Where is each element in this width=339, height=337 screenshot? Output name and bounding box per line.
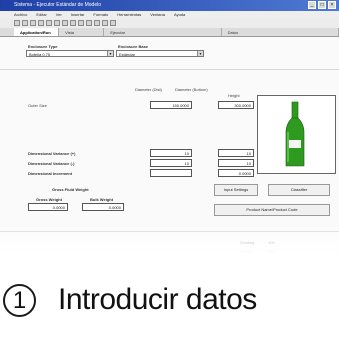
increment-field-a[interactable] [150, 169, 192, 177]
chevron-down-icon: ▾ [197, 51, 203, 56]
open-icon[interactable] [22, 20, 28, 26]
input-settings-button[interactable]: Input Settings [214, 184, 258, 196]
redo-icon[interactable] [78, 20, 84, 26]
print-icon[interactable] [38, 20, 44, 26]
bulk-weight-field[interactable]: 0.0000 [82, 203, 124, 211]
tab-application[interactable]: Application/Run [14, 28, 60, 36]
enclosure-base-select[interactable]: Estándar ▾ [116, 50, 204, 57]
window-controls: _ □ × [308, 1, 336, 9]
step-caption: Introducir datos [58, 283, 257, 316]
window-title: Sistema - Ejecutor Estándar de Modelo [14, 2, 101, 8]
settings-icon[interactable] [102, 20, 108, 26]
paste-icon[interactable] [62, 20, 68, 26]
minimize-button[interactable]: _ [308, 1, 316, 9]
bottle-preview [257, 95, 336, 174]
tab-strip: Application/Run Vista Ejecutar Datos [0, 28, 339, 37]
chevron-down-icon: ▾ [107, 51, 113, 56]
enclosure-base-label: Enclosure Base [118, 44, 149, 49]
step-number-badge: 1 [3, 284, 36, 317]
classifier-button[interactable]: Classifier [268, 184, 330, 196]
divider [0, 69, 339, 70]
tab-run[interactable]: Ejecutar [104, 28, 222, 36]
toolbar [0, 18, 339, 28]
maximize-button[interactable]: □ [318, 1, 326, 9]
undo-icon[interactable] [70, 20, 76, 26]
app-window: Sistema - Ejecutor Estándar de Modelo _ … [0, 0, 339, 256]
new-icon[interactable] [14, 20, 20, 26]
help-icon[interactable] [86, 20, 92, 26]
enclosure-type-label: Enclosure Type [28, 44, 58, 49]
tab-data[interactable]: Datos [222, 28, 339, 36]
increment-field[interactable]: 0.0000 [218, 169, 254, 177]
variance-plus-label: Dimensional Variance (+) [28, 151, 76, 156]
increment-label: Dimensional Increment [28, 171, 73, 176]
close-button[interactable]: × [328, 1, 336, 9]
menu-bar: Archivo Editar Ver Insertar Formato Herr… [0, 11, 339, 18]
weight-title: Gross Fluid Weight [52, 187, 89, 192]
enclosure-type-select[interactable]: Botella 0,75 ▾ [26, 50, 114, 57]
diameter-bottom-header: Diameter (Bottom) [175, 87, 208, 92]
zoom-icon[interactable] [94, 20, 100, 26]
variance-minus-label: Dimensional Variance (-) [28, 161, 75, 166]
product-button[interactable]: Product Name/Product Code [214, 204, 330, 216]
copy-icon[interactable] [54, 20, 60, 26]
height-field[interactable]: 300.0000 [218, 101, 254, 109]
diameter-field[interactable]: 150.0000 [150, 101, 192, 109]
tab-view[interactable]: Vista [59, 28, 105, 36]
bottle-icon [285, 101, 305, 167]
variance-minus-field[interactable]: 10 [150, 159, 192, 167]
save-icon[interactable] [30, 20, 36, 26]
cut-icon[interactable] [46, 20, 52, 26]
enclosure-base-value: Estándar [119, 52, 136, 57]
bulk-weight-label: Bulk Weight [90, 197, 114, 202]
diameter-header: Diameter (Dist) [135, 87, 162, 92]
height-header: Height [228, 93, 240, 98]
variance-plus-field-2[interactable]: 10 [218, 149, 254, 157]
variance-plus-field[interactable]: 10 [150, 149, 192, 157]
refresh-icon[interactable] [110, 20, 116, 26]
gross-weight-field[interactable]: 0.0000 [28, 203, 68, 211]
variance-minus-field-2[interactable]: 10 [218, 159, 254, 167]
fade-overlay [0, 222, 339, 292]
outer-size-label: Outer Size [28, 103, 47, 108]
enclosure-type-value: Botella 0,75 [29, 52, 51, 57]
gross-weight-label: Gross Weight [36, 197, 62, 202]
title-bar: Sistema - Ejecutor Estándar de Modelo _ … [0, 0, 339, 11]
